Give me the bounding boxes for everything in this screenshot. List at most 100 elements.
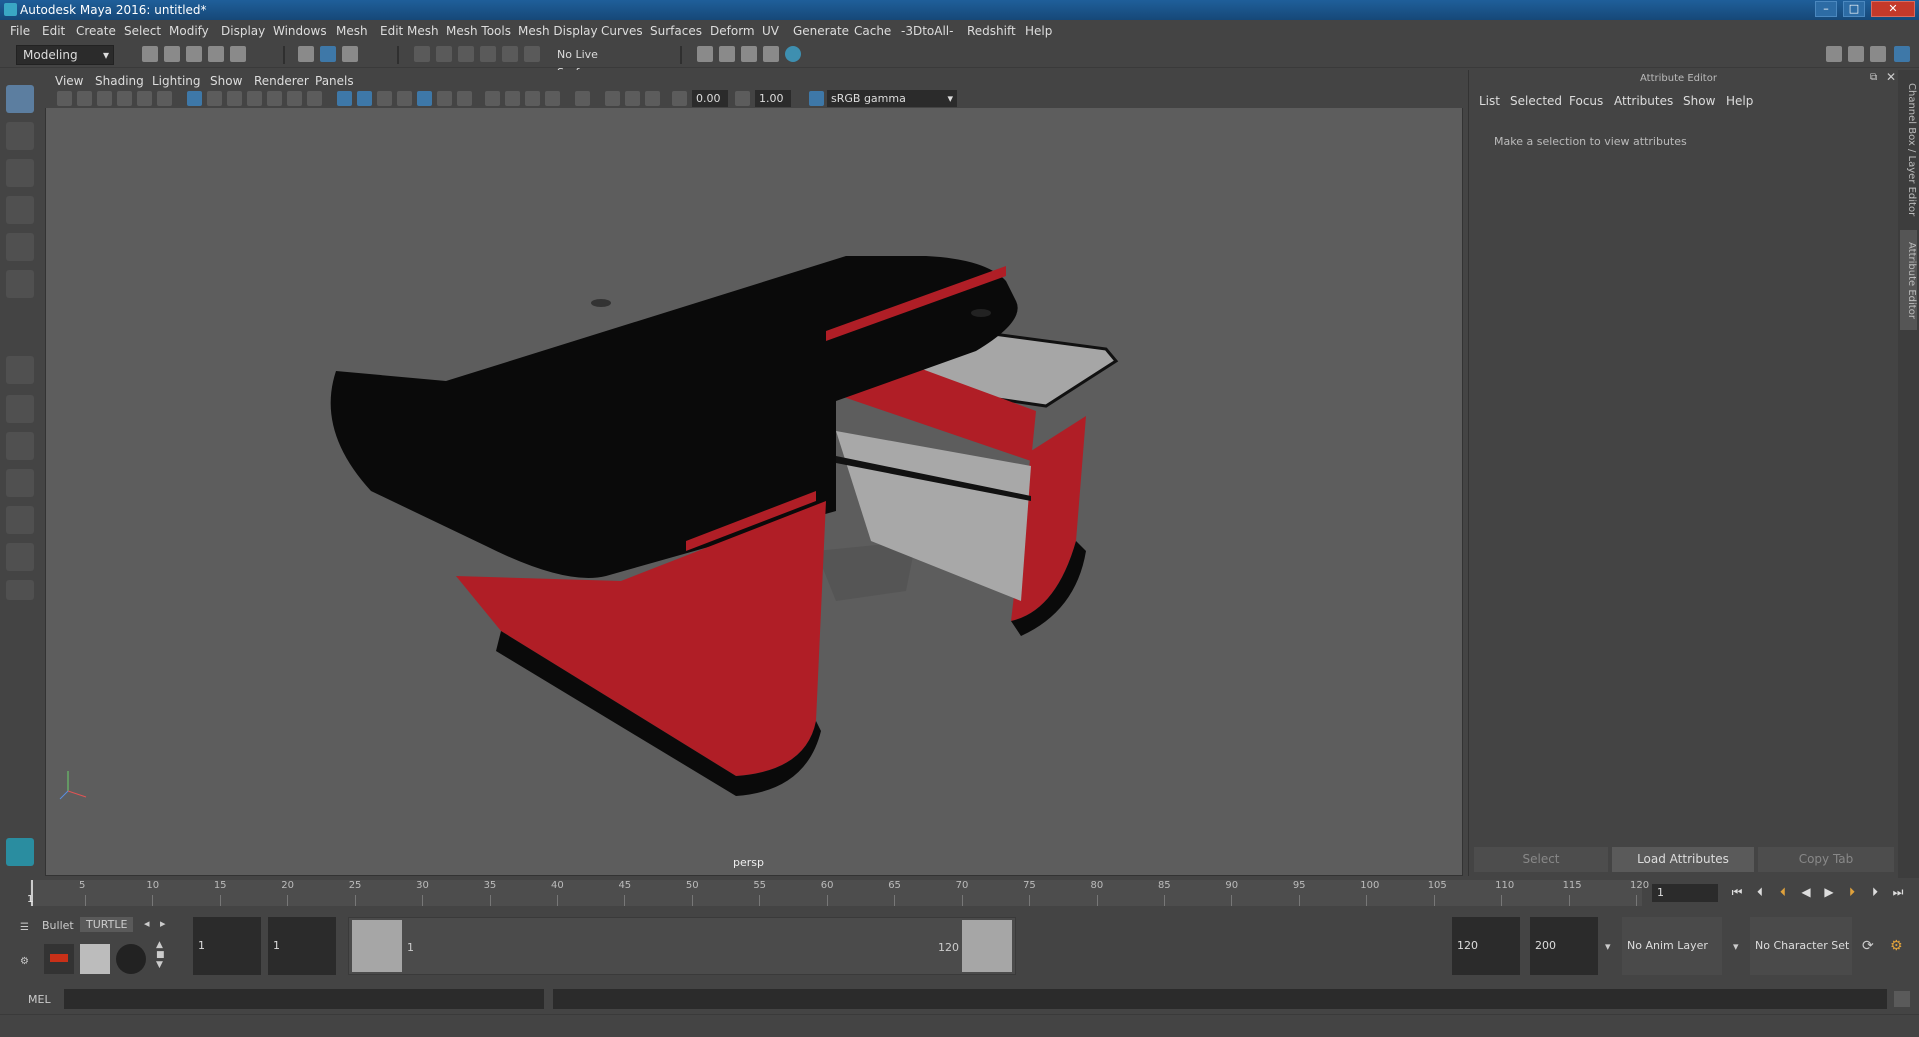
menu-display[interactable]: Display <box>221 24 265 38</box>
workspace-dropdown[interactable]: Modeling ▾ <box>16 45 114 65</box>
ae-copy-tab-button[interactable]: Copy Tab <box>1758 847 1894 872</box>
chevron-down-icon[interactable]: ▾ <box>1605 940 1611 953</box>
menu-mesh[interactable]: Mesh <box>336 24 368 38</box>
menu-curves[interactable]: Curves <box>601 24 643 38</box>
menu-cache[interactable]: Cache <box>854 24 891 38</box>
backface-culling-icon[interactable] <box>645 91 660 106</box>
channel-box-tab[interactable]: Channel Box / Layer Editor <box>1900 80 1917 220</box>
grid-icon[interactable] <box>187 91 202 106</box>
ae-menu-focus[interactable]: Focus <box>1569 94 1603 108</box>
menu-generate[interactable]: Generate <box>793 24 849 38</box>
snap-to-point-icon[interactable] <box>458 46 474 62</box>
step-back-key-icon[interactable]: ⏴ <box>1776 885 1790 899</box>
shelf-scroll-left-icon[interactable]: ◂ <box>144 917 150 930</box>
motion-blur-icon[interactable] <box>505 91 520 106</box>
persp-outliner-layout-icon[interactable] <box>6 506 34 534</box>
animation-preferences-icon[interactable]: ⚙ <box>1890 938 1903 954</box>
redo-icon[interactable] <box>230 46 246 62</box>
script-editor-icon[interactable] <box>1894 991 1910 1007</box>
end-time-field[interactable]: 200 <box>1530 917 1598 975</box>
start-time-field[interactable]: 1 <box>193 917 261 975</box>
render-current-frame-icon[interactable] <box>719 46 735 62</box>
go-to-end-icon[interactable]: ⏭ <box>1891 885 1905 899</box>
close-panel-icon[interactable]: ✕ <box>1886 70 1896 84</box>
shelf-tab-bullet[interactable]: Bullet <box>42 919 74 932</box>
select-by-hierarchy-icon[interactable] <box>298 46 314 62</box>
textured-icon[interactable] <box>417 91 432 106</box>
shelf-tool-hypershade-icon[interactable] <box>80 944 110 974</box>
bookmark-icon[interactable] <box>97 91 112 106</box>
save-scene-icon[interactable] <box>186 46 202 62</box>
panel-menu-renderer[interactable]: Renderer <box>254 74 309 88</box>
range-start-handle[interactable] <box>352 920 402 972</box>
panel-menu-lighting[interactable]: Lighting <box>152 74 201 88</box>
snap-to-surface-icon[interactable] <box>502 46 518 62</box>
panel-menu-panels[interactable]: Panels <box>315 74 354 88</box>
snap-to-curve-icon[interactable] <box>436 46 452 62</box>
play-backwards-icon[interactable]: ◀ <box>1799 885 1813 899</box>
toggle-modeling-toolkit-icon[interactable] <box>1826 46 1842 62</box>
gate-mask-icon[interactable] <box>247 91 262 106</box>
xray-icon[interactable] <box>605 91 620 106</box>
range-slider[interactable] <box>348 917 1016 975</box>
menu-windows[interactable]: Windows <box>273 24 327 38</box>
attribute-editor-tab[interactable]: Attribute Editor <box>1900 230 1917 330</box>
anim-start-field[interactable]: 1 <box>268 917 336 975</box>
live-surface-field[interactable]: No Live Surface <box>550 45 642 79</box>
grease-pencil-icon[interactable] <box>157 91 172 106</box>
shelf-menu-icon[interactable]: ☰ <box>20 922 29 933</box>
color-management-icon[interactable] <box>809 91 824 106</box>
ipr-render-icon[interactable] <box>741 46 757 62</box>
chevron-down-icon[interactable]: ▾ <box>1733 940 1739 953</box>
command-language-label[interactable]: MEL <box>28 993 51 1006</box>
wireframe-on-shaded-icon[interactable] <box>397 91 412 106</box>
menu-modify[interactable]: Modify <box>169 24 209 38</box>
persp-graph-layout-icon[interactable] <box>6 469 34 497</box>
shelf-tool-sphere-icon[interactable] <box>116 944 146 974</box>
menu-help[interactable]: Help <box>1025 24 1052 38</box>
menu-edit-mesh[interactable]: Edit Mesh <box>380 24 439 38</box>
panel-menu-shading[interactable]: Shading <box>95 74 144 88</box>
use-default-material-icon[interactable] <box>377 91 392 106</box>
panel-menu-view[interactable]: View <box>55 74 83 88</box>
isolate-select-icon[interactable] <box>575 91 590 106</box>
gamma-icon[interactable] <box>735 91 750 106</box>
go-to-start-icon[interactable]: ⏮ <box>1730 885 1744 899</box>
select-by-component-icon[interactable] <box>342 46 358 62</box>
time-slider-track[interactable] <box>30 880 1642 906</box>
menu-deform[interactable]: Deform <box>710 24 755 38</box>
camera-attributes-icon[interactable] <box>77 91 92 106</box>
snap-to-grid-icon[interactable] <box>414 46 430 62</box>
step-forward-key-icon[interactable]: ⏵ <box>1845 885 1859 899</box>
toggle-tool-settings-icon[interactable] <box>1870 46 1886 62</box>
ae-menu-selected[interactable]: Selected <box>1510 94 1562 108</box>
snap-to-view-plane-icon[interactable] <box>480 46 496 62</box>
menu-mesh-tools[interactable]: Mesh Tools <box>446 24 511 38</box>
command-input[interactable] <box>64 989 544 1009</box>
image-plane-icon[interactable] <box>117 91 132 106</box>
character-set-field[interactable]: No Character Set <box>1750 917 1852 975</box>
paint-select-tool-icon[interactable] <box>6 159 34 187</box>
step-back-frame-icon[interactable]: ⏴ <box>1753 885 1767 899</box>
current-frame-field[interactable]: 1 <box>1652 884 1718 902</box>
xray-joints-icon[interactable] <box>625 91 640 106</box>
shelf-tool-fire-icon[interactable] <box>44 944 74 974</box>
shelf-settings-icon[interactable]: ⚙ <box>20 956 29 967</box>
shadows-icon[interactable] <box>457 91 472 106</box>
color-space-dropdown[interactable]: sRGB gamma ▾ <box>827 90 957 107</box>
depth-of-field-icon[interactable] <box>545 91 560 106</box>
new-scene-icon[interactable] <box>142 46 158 62</box>
render-settings-icon[interactable] <box>763 46 779 62</box>
scale-tool-icon[interactable] <box>6 270 34 298</box>
safe-title-icon[interactable] <box>307 91 322 106</box>
menu-edit[interactable]: Edit <box>42 24 65 38</box>
anti-aliasing-icon[interactable] <box>525 91 540 106</box>
maximize-button[interactable]: □ <box>1843 1 1865 17</box>
shelf-tab-turtle[interactable]: TURTLE <box>80 917 134 932</box>
exposure-icon[interactable] <box>672 91 687 106</box>
ae-select-button[interactable]: Select <box>1474 847 1608 872</box>
shelf-scroll-icon[interactable]: ▲ ■ ▼ <box>156 940 165 970</box>
ae-menu-show[interactable]: Show <box>1683 94 1715 108</box>
resolution-gate-icon[interactable] <box>227 91 242 106</box>
auto-key-icon[interactable]: ⟳ <box>1862 938 1874 954</box>
